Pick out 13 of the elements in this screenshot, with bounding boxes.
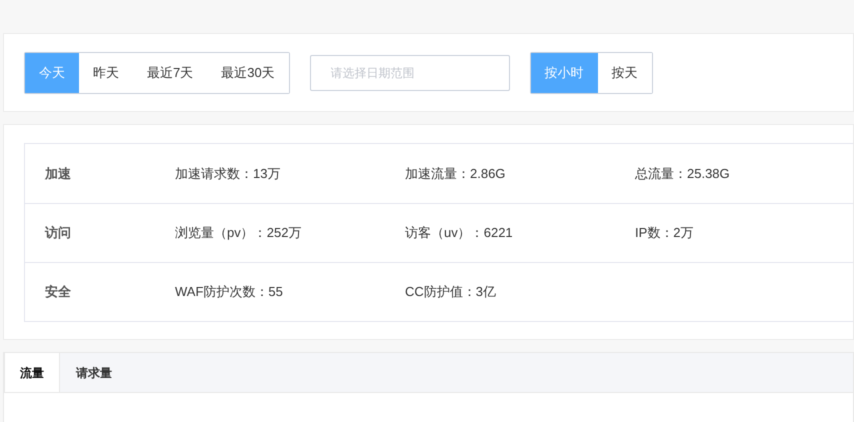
stat-text: CC防护值：3亿 [405, 283, 496, 302]
stat-text: 加速流量：2.86G [405, 164, 506, 183]
stat-text: 加速请求数：13万 [175, 164, 280, 183]
stat-text: 浏览量（pv）：252万 [175, 224, 302, 242]
category-label: 访问 [44, 224, 71, 242]
date-range-field[interactable]: 请选择日期范围 [310, 54, 510, 90]
category-label: 安全 [44, 283, 71, 302]
stat-text: WAF防护次数：55 [175, 283, 283, 302]
category-label: 加速 [44, 164, 71, 183]
stat-text: IP数：2万 [635, 224, 694, 242]
chart-tab[interactable]: 流量 [4, 353, 60, 392]
stat-text: 访客（uv）：6221 [405, 224, 513, 242]
stat-text: 总流量：25.38G [635, 164, 730, 183]
